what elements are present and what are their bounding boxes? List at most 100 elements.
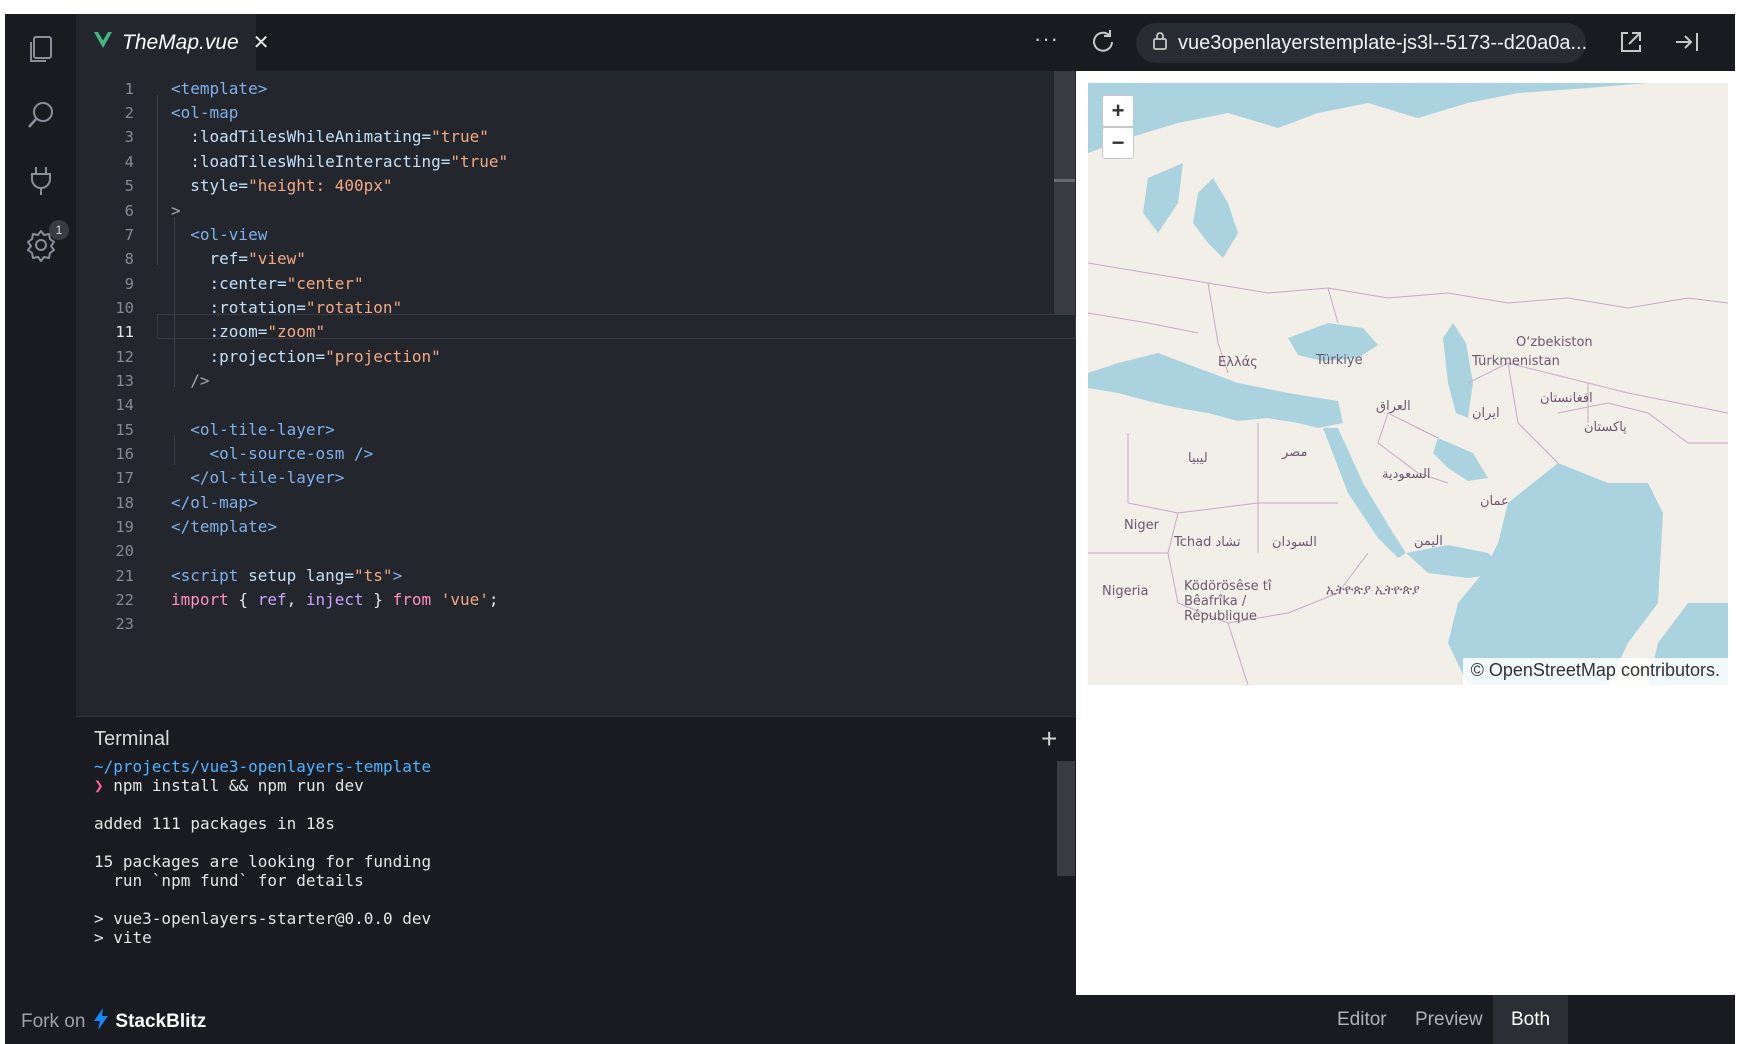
- line-number: 8: [124, 250, 134, 268]
- code-line-3: :loadTilesWhileAnimating="true": [190, 127, 489, 146]
- line-number: 5: [124, 177, 134, 195]
- code-line-18: </ol-map>: [171, 493, 258, 512]
- fork-label: Fork on: [21, 1011, 86, 1032]
- code-line-2: <ol-map: [171, 103, 239, 122]
- line-number: 9: [124, 275, 134, 293]
- map-label: السودان: [1272, 535, 1317, 550]
- vue-icon: [94, 32, 112, 53]
- line-number: 22: [115, 591, 134, 609]
- code-line-1: <template>: [171, 79, 268, 98]
- map-label: Ködörösêse tî Bêafrîka / République: [1184, 579, 1272, 624]
- code-line-4: :loadTilesWhileInteracting="true": [190, 152, 509, 171]
- reload-icon[interactable]: [1088, 27, 1118, 62]
- code-line-7: <ol-view: [190, 225, 268, 244]
- line-number: 11: [115, 323, 134, 341]
- bolt-icon: [93, 1008, 109, 1036]
- code-line-15: <ol-tile-layer>: [190, 420, 335, 439]
- code-line-9: :center="center": [209, 274, 364, 293]
- view-both-button[interactable]: Both: [1493, 995, 1569, 1044]
- stackblitz-brand: StackBlitz: [115, 1011, 207, 1032]
- map-label: السعودية: [1382, 467, 1431, 482]
- code-line-17: </ol-tile-layer>: [190, 468, 345, 487]
- search-icon[interactable]: [19, 93, 63, 137]
- gear-icon[interactable]: [19, 223, 63, 267]
- code-line-19: </template>: [171, 517, 277, 536]
- code-line-8: ref="view": [209, 249, 306, 268]
- line-number: 18: [115, 494, 134, 512]
- more-actions-icon[interactable]: ···: [1034, 26, 1059, 52]
- preview-toolbar: vue3openlayerstemplate-js3l--5173--d20a0…: [1076, 14, 1735, 71]
- close-icon[interactable]: ✕: [253, 30, 270, 55]
- bottom-bar: Fork on StackBlitz Editor Preview Both: [5, 995, 1735, 1044]
- terminal-output-line: > vue3-openlayers-starter@0.0.0 dev: [94, 909, 432, 928]
- terminal-panel[interactable]: Terminal + ~/projects/vue3-openlayers-te…: [76, 716, 1076, 995]
- code-line-10: :rotation="rotation": [209, 298, 403, 317]
- editor-scrollbar[interactable]: [1054, 71, 1075, 314]
- map-label: اليمن: [1414, 534, 1443, 549]
- fork-on-stackblitz-link[interactable]: Fork on StackBlitz: [21, 1008, 206, 1036]
- line-number: 16: [115, 445, 134, 463]
- line-number: 23: [115, 615, 134, 633]
- terminal-output-line: run `npm fund` for details: [94, 871, 364, 890]
- code-line-13: />: [190, 371, 210, 390]
- map-label: Türkiye: [1316, 353, 1363, 368]
- terminal-path: ~/projects/vue3-openlayers-template: [94, 757, 432, 776]
- line-number: 17: [115, 469, 134, 487]
- map-label: العراق: [1376, 399, 1411, 414]
- map-label: Nigeria: [1102, 584, 1149, 599]
- map-label: Tchad تشاد: [1174, 535, 1241, 550]
- map-label: ኢትዮጵያ ኢትዮጵያ: [1326, 583, 1420, 598]
- code-editor[interactable]: 1 2 3 4 5 6 7 8 9 10 11 12 13 14 15 16 17 18 19 20 21 22 23 <t…: [76, 71, 1076, 716]
- tab-themap-vue[interactable]: TheMap.vue ✕: [76, 14, 270, 71]
- map-label: مصر: [1282, 445, 1308, 460]
- map-label: ایران: [1472, 406, 1500, 421]
- editor-tab-bar: TheMap.vue ✕ ···: [76, 14, 1076, 71]
- line-number: 2: [124, 104, 134, 122]
- line-number: 1: [124, 80, 134, 98]
- map-canvas[interactable]: Ελλάς Türkiye Oʻzbekiston Türkmenistan ا…: [1088, 83, 1728, 685]
- line-number: 12: [115, 348, 134, 366]
- line-number: 13: [115, 372, 134, 390]
- editor-scrollbar-thumb[interactable]: [1054, 179, 1075, 182]
- line-number: 3: [124, 128, 134, 146]
- open-in-new-window-icon[interactable]: [1616, 27, 1646, 62]
- map-label: Türkmenistan: [1472, 354, 1560, 369]
- code-line-11: :zoom="zoom": [209, 322, 326, 341]
- terminal-output-line: added 111 packages in 18s: [94, 814, 335, 833]
- terminal-scrollbar[interactable]: [1057, 761, 1075, 876]
- map-label: عمان: [1480, 494, 1509, 509]
- terminal-output-line: > vite: [94, 928, 152, 947]
- plug-icon[interactable]: [19, 158, 63, 202]
- zoom-out-button[interactable]: −: [1102, 127, 1134, 159]
- url-bar[interactable]: vue3openlayerstemplate-js3l--5173--d20a0…: [1136, 23, 1586, 63]
- view-editor-button[interactable]: Editor: [1337, 995, 1387, 1044]
- new-terminal-button[interactable]: +: [1041, 723, 1057, 755]
- activity-bar: 1: [5, 14, 76, 995]
- line-number: 7: [124, 226, 134, 244]
- zoom-in-button[interactable]: +: [1102, 95, 1134, 127]
- map-label: Niger: [1124, 518, 1159, 533]
- files-icon[interactable]: [19, 28, 63, 72]
- app-window: 1 TheMap.vue ✕ ··· vue3openlayerstemplat…: [5, 14, 1735, 1044]
- map-label: افغانستان: [1540, 391, 1593, 406]
- line-number: 4: [124, 153, 134, 171]
- line-number: 19: [115, 518, 134, 536]
- line-number: 10: [115, 299, 134, 317]
- code-line-21: <script setup lang="ts">: [171, 566, 403, 585]
- code-line-16: <ol-source-osm />: [209, 444, 374, 463]
- tab-label: TheMap.vue: [122, 30, 239, 54]
- terminal-output-line: 15 packages are looking for funding: [94, 852, 432, 871]
- line-number: 15: [115, 421, 134, 439]
- view-preview-button[interactable]: Preview: [1415, 995, 1483, 1044]
- indent-guide: [157, 95, 158, 265]
- code-line-6: >: [171, 201, 181, 220]
- map-label: ليبيا: [1188, 451, 1208, 466]
- url-text: vue3openlayerstemplate-js3l--5173--d20a0…: [1178, 31, 1586, 54]
- map-label: Oʻzbekiston: [1516, 335, 1593, 350]
- lock-icon: [1152, 31, 1168, 56]
- collapse-panel-icon[interactable]: [1672, 27, 1702, 62]
- line-number: 14: [115, 396, 134, 414]
- map-label: Ελλάς: [1218, 355, 1258, 370]
- map-attribution[interactable]: © OpenStreetMap contributors.: [1462, 658, 1728, 685]
- line-number: 6: [124, 202, 134, 220]
